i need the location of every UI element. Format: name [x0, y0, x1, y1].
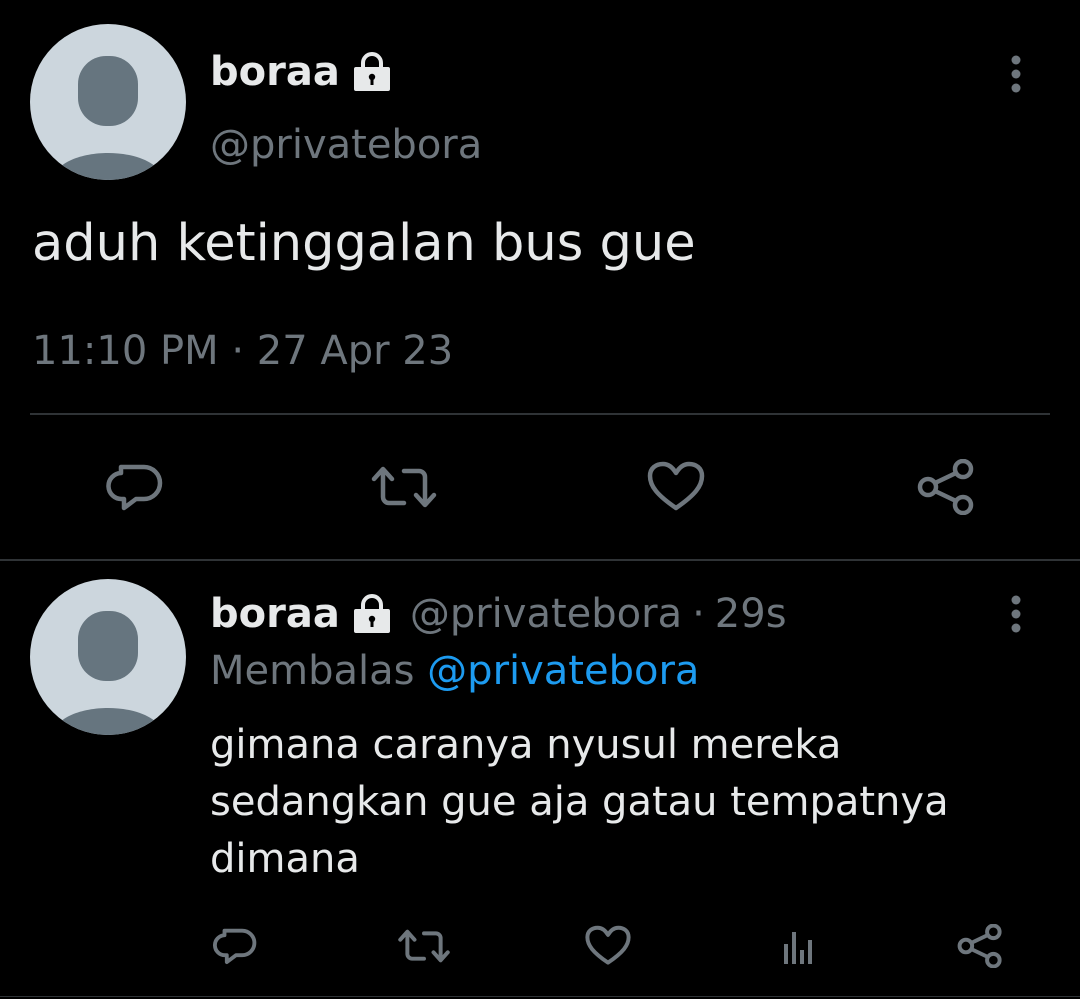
- retweet-button[interactable]: [394, 918, 454, 974]
- tweet-timestamp[interactable]: 11:10 PM · 27 Apr 23: [32, 328, 453, 374]
- lock-icon: [353, 594, 390, 633]
- divider: [30, 413, 1050, 415]
- analytics-button[interactable]: [770, 918, 826, 974]
- bottom-divider: [0, 996, 1080, 997]
- like-icon: [647, 461, 705, 511]
- retweet-icon: [398, 929, 450, 963]
- reply-icon: [213, 928, 257, 965]
- more-options-button[interactable]: [996, 592, 1036, 636]
- display-name[interactable]: boraa: [210, 591, 340, 637]
- analytics-icon: [784, 932, 812, 964]
- like-button[interactable]: [640, 457, 712, 517]
- time-ago[interactable]: 29s: [715, 591, 787, 637]
- lock-icon: [353, 52, 390, 91]
- more-icon: [1011, 55, 1021, 93]
- tweet-separator: [0, 559, 1080, 561]
- more-options-button[interactable]: [996, 52, 1036, 96]
- reply-button[interactable]: [208, 918, 264, 974]
- share-icon: [957, 924, 1002, 968]
- replying-label: Membalas: [210, 648, 415, 694]
- display-name[interactable]: boraa: [210, 49, 340, 95]
- share-button[interactable]: [910, 457, 982, 517]
- handle[interactable]: @privatebora: [410, 591, 682, 637]
- more-icon: [1011, 595, 1021, 633]
- like-icon: [585, 925, 631, 965]
- avatar[interactable]: [30, 579, 186, 735]
- retweet-button[interactable]: [368, 457, 440, 517]
- share-button[interactable]: [952, 918, 1008, 974]
- reply-icon: [106, 464, 163, 511]
- tweet-text: aduh ketinggalan bus gue: [32, 214, 696, 273]
- like-button[interactable]: [580, 918, 636, 974]
- replying-to-link[interactable]: @privatebora: [427, 648, 699, 694]
- reply-button[interactable]: [100, 457, 172, 517]
- avatar[interactable]: [30, 24, 186, 180]
- default-avatar-icon: [52, 611, 164, 735]
- reply-text-line: gimana caranya nyusul mereka: [210, 722, 842, 768]
- handle[interactable]: @privatebora: [210, 122, 482, 168]
- reply-text-line: dimana: [210, 836, 360, 882]
- default-avatar-icon: [52, 56, 164, 180]
- replying-to: Membalas @privatebora: [210, 648, 699, 694]
- share-icon: [917, 459, 974, 515]
- retweet-icon: [371, 466, 437, 508]
- reply-text-line: sedangkan gue aja gatau tempatnya: [210, 779, 949, 825]
- separator-dot: ·: [692, 591, 705, 637]
- reply-header: boraa @privatebora · 29s: [210, 588, 787, 640]
